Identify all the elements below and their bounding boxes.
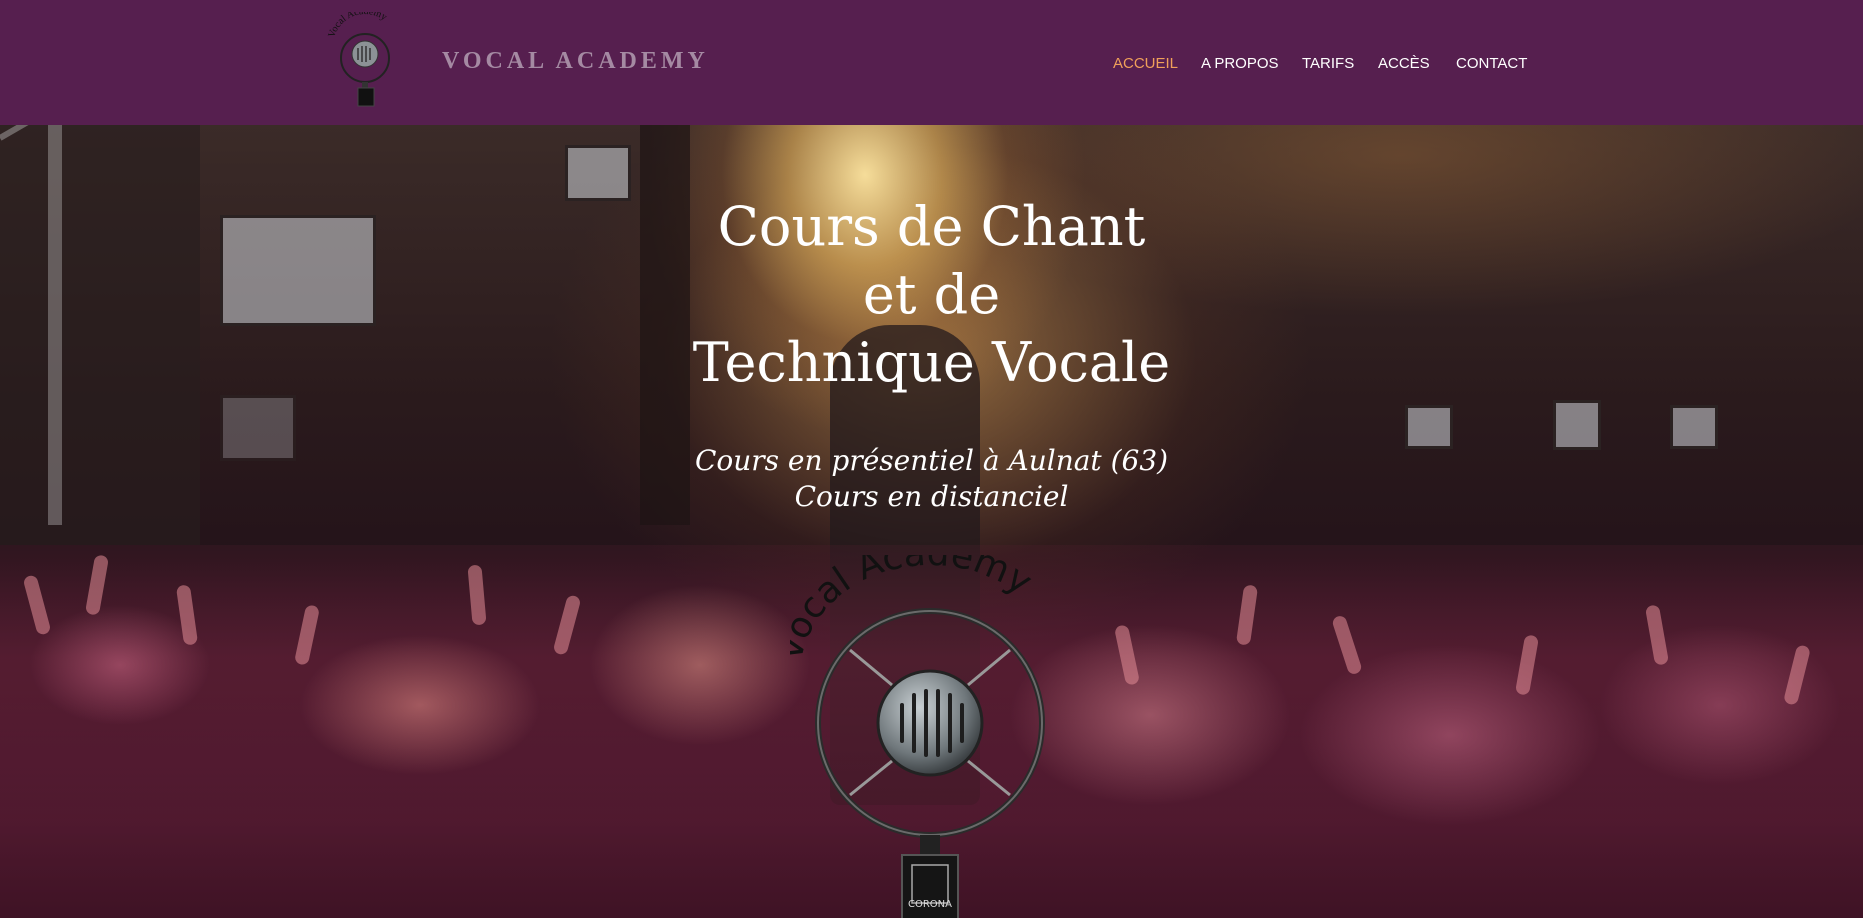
crowd-hand [1235,584,1259,646]
crowd-hand [1782,644,1812,706]
site-header: Vocal Academy VOCAL ACADEMY ACCUEIL A PR… [0,0,1863,125]
hero-title-line: Technique Vocale [692,331,1171,394]
nav-a-propos[interactable]: A PROPOS [1201,55,1279,72]
crowd-hand [175,584,199,646]
crowd-hand [552,594,582,656]
hero-title: Cours de Chant et de Technique Vocale [0,193,1863,397]
hero-title-line: et de [862,263,1001,326]
hero-subtitle-line: Cours en présentiel à Aulnat (63) [694,444,1169,477]
crowd-hand [1113,624,1141,686]
crowd-hand [84,554,110,616]
logo-microphone-icon[interactable]: Vocal Academy [325,12,405,108]
crowd-hand [293,604,321,666]
crowd-hand [467,564,487,626]
hero-subtitle: Cours en présentiel à Aulnat (63) Cours … [0,443,1863,515]
crowd-hand [1514,634,1540,696]
nav-accueil[interactable]: ACCUEIL [1113,55,1178,72]
hero-subtitle-line: Cours en distanciel [794,480,1069,513]
logo-badge-text: CORONA [908,899,952,910]
hero-section: Cours de Chant et de Technique Vocale Co… [0,125,1863,918]
nav-contact[interactable]: CONTACT [1456,55,1527,72]
crowd-hand [22,574,52,636]
brand-title[interactable]: VOCAL ACADEMY [442,48,709,75]
vocal-academy-logo-icon: Vocal Academy CORONA [790,555,1045,918]
crowd-hand [1644,604,1670,666]
hero-title-line: Cours de Chant [717,195,1146,258]
nav-acces[interactable]: ACCÈS [1378,55,1430,72]
nav-tarifs[interactable]: TARIFS [1302,55,1354,72]
crowd-hand [1331,614,1363,676]
